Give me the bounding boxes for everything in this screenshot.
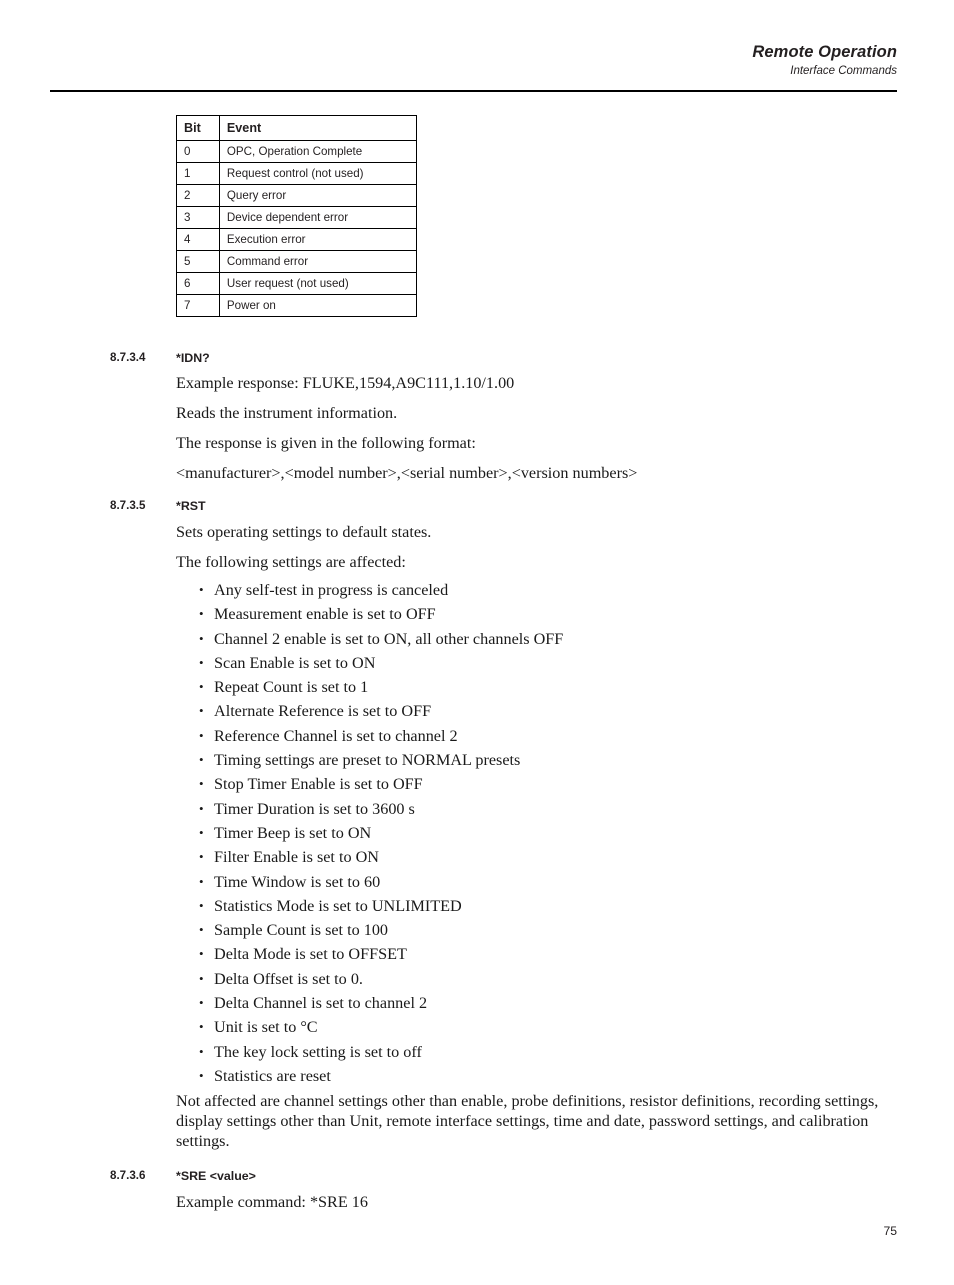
section-number: 8.7.3.5 bbox=[110, 499, 146, 512]
list-item: Timer Beep is set to ON bbox=[199, 821, 563, 846]
table-row: 3 Device dependent error bbox=[176, 206, 418, 229]
list-item: Any self-test in progress is canceled bbox=[199, 578, 563, 603]
cell-bit: 6 bbox=[176, 272, 220, 295]
bit-event-table: Bit Event 0 OPC, Operation Complete 1 Re… bbox=[176, 115, 418, 317]
rst-settings-list: Any self-test in progress is canceled Me… bbox=[199, 578, 563, 1089]
list-item: Filter Enable is set to ON bbox=[199, 845, 563, 870]
list-item: Scan Enable is set to ON bbox=[199, 651, 563, 676]
list-item: The key lock setting is set to off bbox=[199, 1040, 563, 1065]
table-row: 1 Request control (not used) bbox=[176, 162, 418, 185]
cell-bit: 2 bbox=[176, 184, 220, 207]
cell-event: Request control (not used) bbox=[218, 162, 418, 185]
cell-bit: 5 bbox=[176, 250, 220, 273]
idn-format-intro: The response is given in the following f… bbox=[176, 434, 476, 452]
section-sre: 8.7.3.6 *SRE <value> bbox=[0, 1169, 954, 1191]
list-item: Unit is set to °C bbox=[199, 1015, 563, 1040]
list-item: Timer Duration is set to 3600 s bbox=[199, 797, 563, 822]
list-item: Statistics Mode is set to UNLIMITED bbox=[199, 894, 563, 919]
cell-event: Device dependent error bbox=[218, 206, 418, 229]
header-subtitle: Interface Commands bbox=[790, 65, 897, 77]
section-title: *SRE <value> bbox=[176, 1169, 256, 1183]
list-item: Alternate Reference is set to OFF bbox=[199, 699, 563, 724]
table-row: 2 Query error bbox=[176, 184, 418, 207]
table-row: 4 Execution error bbox=[176, 228, 418, 251]
section-heading: 8.7.3.4 *IDN? bbox=[0, 351, 954, 373]
section-heading: 8.7.3.5 *RST bbox=[0, 499, 954, 521]
list-item: Delta Mode is set to OFFSET bbox=[199, 942, 563, 967]
cell-bit: 1 bbox=[176, 162, 220, 185]
sre-example-command: Example command: *SRE 16 bbox=[176, 1193, 368, 1211]
rst-not-affected-paragraph: Not affected are channel settings other … bbox=[176, 1092, 879, 1150]
idn-format-spec: <manufacturer>,<model number>,<serial nu… bbox=[176, 464, 638, 482]
cell-event: Execution error bbox=[218, 228, 418, 251]
table-header-row: Bit Event bbox=[176, 115, 418, 141]
rst-affected-intro: The following settings are affected: bbox=[176, 553, 406, 571]
table-body: 0 OPC, Operation Complete 1 Request cont… bbox=[176, 140, 418, 317]
idn-example-response: Example response: FLUKE,1594,A9C111,1.10… bbox=[176, 374, 515, 392]
idn-description: Reads the instrument information. bbox=[176, 404, 398, 422]
list-item: Statistics are reset bbox=[199, 1064, 563, 1089]
section-heading: 8.7.3.6 *SRE <value> bbox=[0, 1169, 954, 1191]
section-title: *IDN? bbox=[176, 351, 210, 365]
cell-bit: 7 bbox=[176, 294, 220, 317]
running-header: Remote Operation Interface Commands bbox=[50, 42, 897, 79]
section-rst: 8.7.3.5 *RST bbox=[0, 499, 954, 521]
section-idn: 8.7.3.4 *IDN? bbox=[0, 351, 954, 373]
cell-event: User request (not used) bbox=[218, 272, 418, 295]
rst-description: Sets operating settings to default state… bbox=[176, 523, 432, 541]
list-item: Time Window is set to 60 bbox=[199, 870, 563, 895]
section-title: *RST bbox=[176, 499, 206, 513]
column-header-event: Event bbox=[218, 115, 418, 141]
cell-event: Power on bbox=[218, 294, 418, 317]
list-item: Stop Timer Enable is set to OFF bbox=[199, 772, 563, 797]
section-number: 8.7.3.6 bbox=[110, 1169, 146, 1182]
list-item: Sample Count is set to 100 bbox=[199, 918, 563, 943]
column-header-bit: Bit bbox=[176, 115, 220, 141]
list-item: Reference Channel is set to channel 2 bbox=[199, 724, 563, 749]
list-item: Delta Offset is set to 0. bbox=[199, 967, 563, 992]
header-divider bbox=[50, 90, 897, 92]
table-row: 5 Command error bbox=[176, 250, 418, 273]
page-number: 75 bbox=[883, 1224, 897, 1238]
list-item: Channel 2 enable is set to ON, all other… bbox=[199, 627, 563, 652]
section-number: 8.7.3.4 bbox=[110, 351, 146, 364]
list-item: Delta Channel is set to channel 2 bbox=[199, 991, 563, 1016]
cell-event: Query error bbox=[218, 184, 418, 207]
list-item: Measurement enable is set to OFF bbox=[199, 602, 563, 627]
cell-bit: 0 bbox=[176, 140, 220, 163]
list-item: Repeat Count is set to 1 bbox=[199, 675, 563, 700]
table-row: 0 OPC, Operation Complete bbox=[176, 140, 418, 163]
table-row: 7 Power on bbox=[176, 294, 418, 317]
list-item: Timing settings are preset to NORMAL pre… bbox=[199, 748, 563, 773]
cell-bit: 3 bbox=[176, 206, 220, 229]
cell-event: OPC, Operation Complete bbox=[218, 140, 418, 163]
table-row: 6 User request (not used) bbox=[176, 272, 418, 295]
cell-bit: 4 bbox=[176, 228, 220, 251]
header-title: Remote Operation bbox=[752, 43, 897, 61]
cell-event: Command error bbox=[218, 250, 418, 273]
